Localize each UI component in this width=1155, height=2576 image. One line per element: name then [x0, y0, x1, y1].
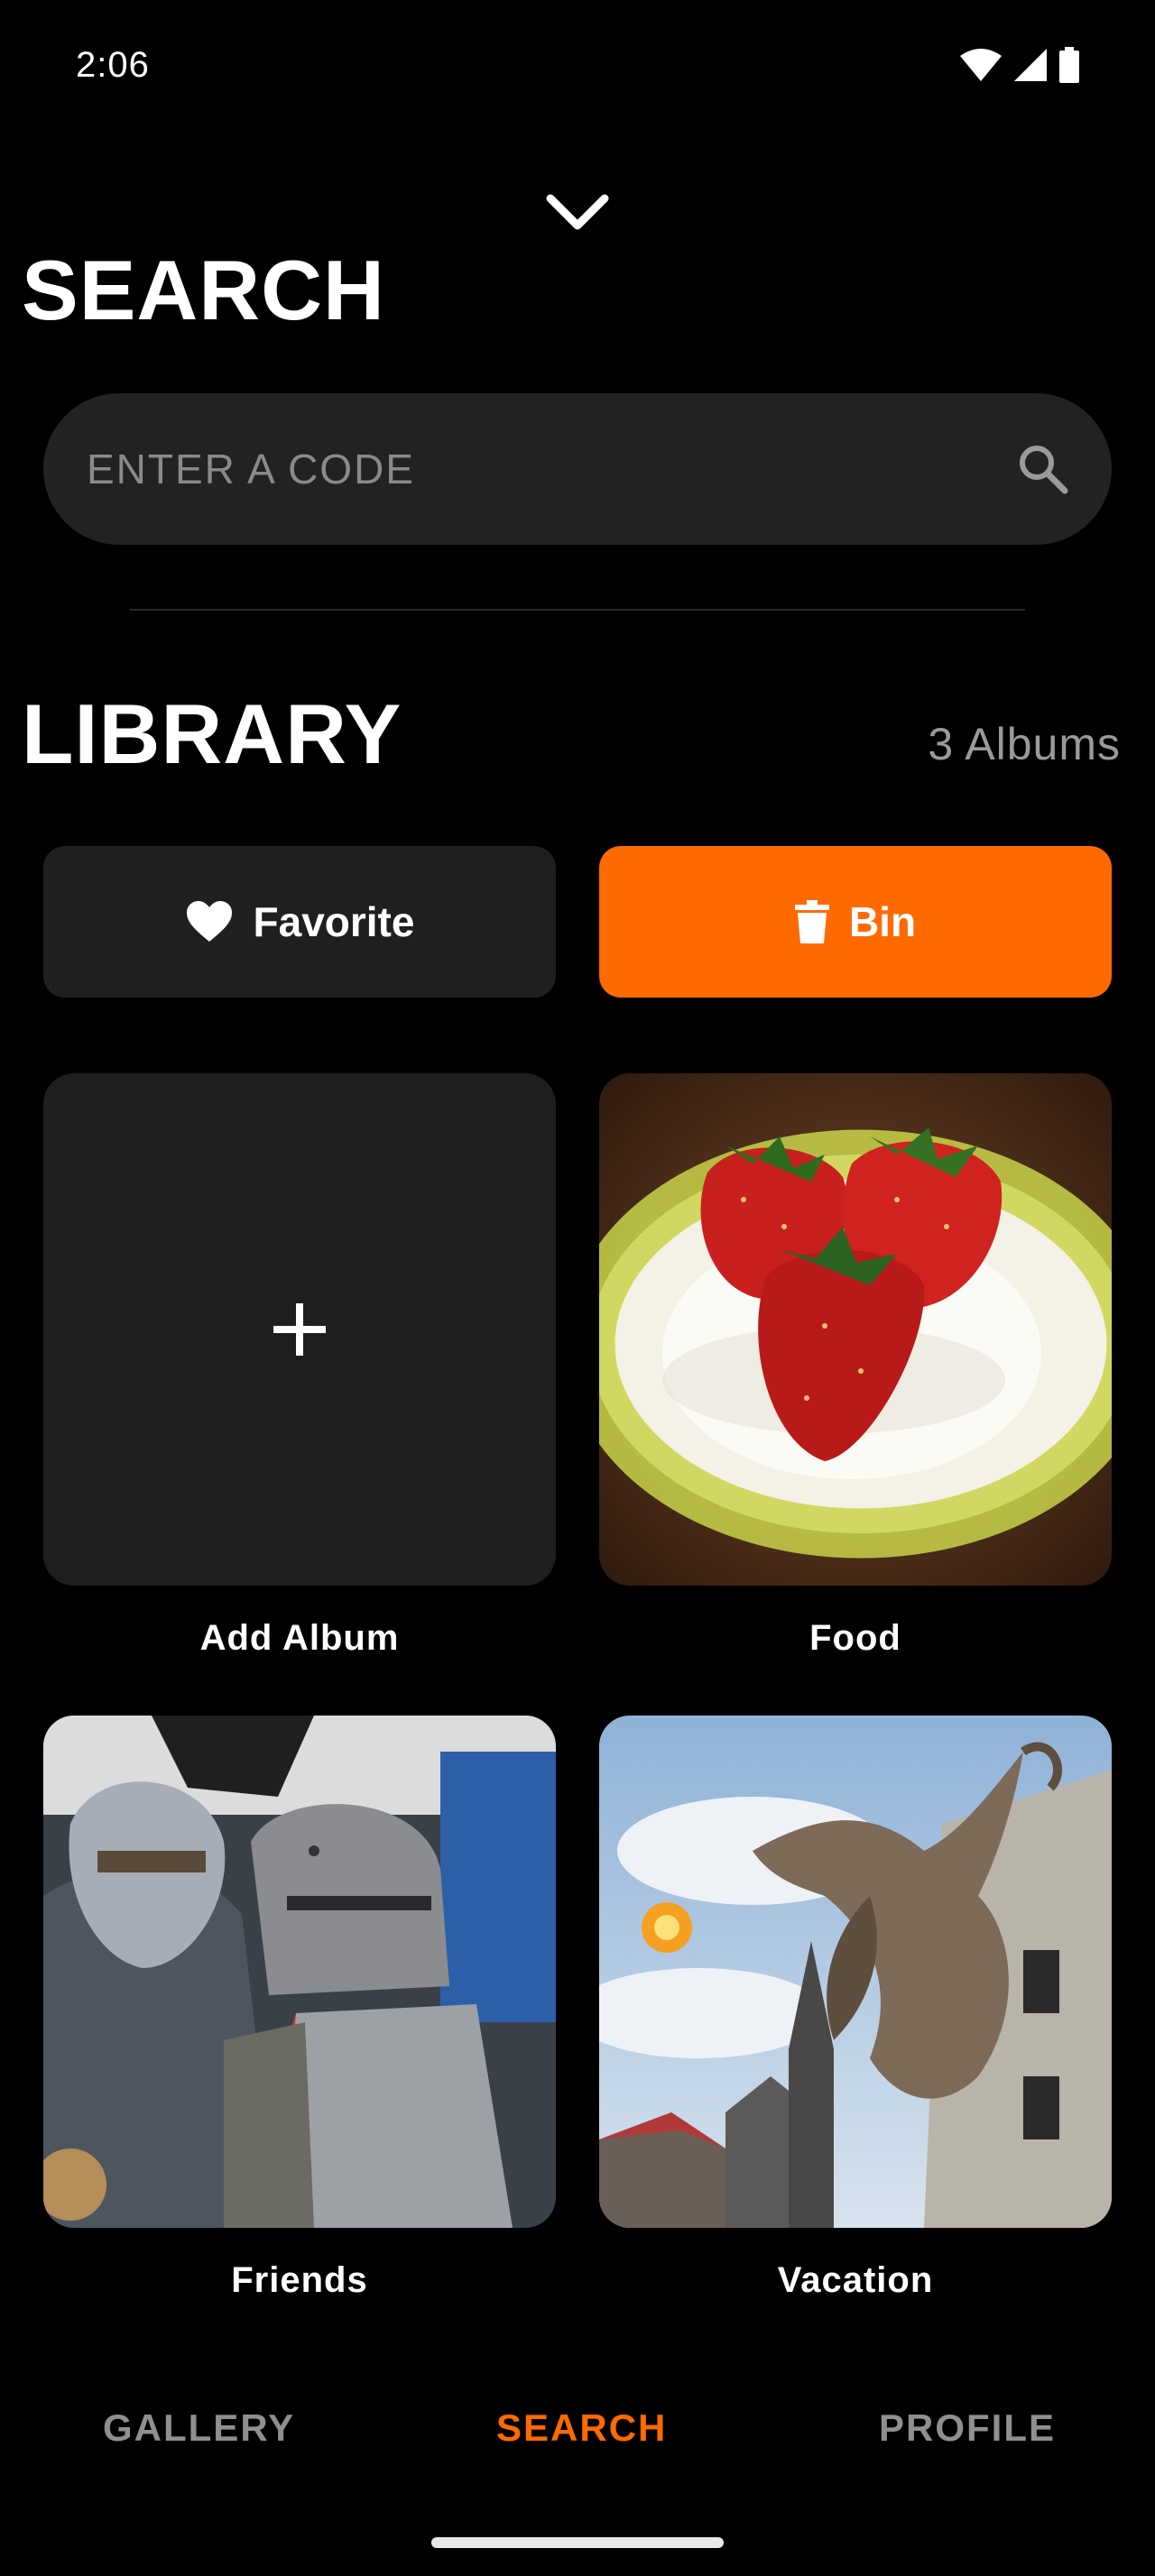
- album-friends[interactable]: [43, 1716, 556, 2228]
- search-input[interactable]: [87, 393, 989, 545]
- heart-icon: [186, 901, 232, 942]
- signal-icon: [1014, 49, 1047, 81]
- album-count: 3 Albums: [928, 719, 1121, 769]
- album-friends-label: Friends: [231, 2260, 368, 2300]
- album-food[interactable]: [599, 1073, 1112, 1586]
- status-bar: 2:06: [0, 0, 1155, 135]
- add-album-label: Add Album: [199, 1618, 400, 1658]
- album-vacation[interactable]: [599, 1716, 1112, 2228]
- library-title: LIBRARY: [22, 686, 402, 781]
- status-time: 2:06: [76, 45, 150, 85]
- bin-label: Bin: [848, 898, 917, 945]
- wifi-icon: [960, 49, 1002, 81]
- tab-search[interactable]: SEARCH: [496, 2406, 667, 2450]
- chevron-down-icon[interactable]: [545, 189, 610, 240]
- divider: [130, 609, 1025, 611]
- album-food-label: Food: [809, 1618, 901, 1658]
- search-title: SEARCH: [22, 243, 385, 337]
- bin-button[interactable]: Bin: [599, 846, 1112, 998]
- album-vacation-label: Vacation: [777, 2260, 934, 2300]
- search-box[interactable]: [43, 393, 1112, 545]
- vacation-image: [599, 1716, 1112, 2228]
- status-icons: [960, 47, 1079, 83]
- tab-profile[interactable]: PROFILE: [879, 2406, 1056, 2450]
- favorite-label: Favorite: [253, 898, 415, 945]
- add-album-tile[interactable]: [43, 1073, 556, 1586]
- favorite-button[interactable]: Favorite: [43, 846, 556, 998]
- home-indicator[interactable]: [431, 2537, 724, 2548]
- tab-gallery[interactable]: GALLERY: [103, 2406, 295, 2450]
- plus-icon: [273, 1303, 326, 1356]
- food-image: [599, 1073, 1112, 1586]
- trash-icon: [794, 900, 829, 943]
- friends-image: [43, 1716, 556, 2228]
- search-icon[interactable]: [1014, 440, 1072, 498]
- bottom-nav: GALLERY SEARCH PROFILE: [0, 2381, 1155, 2480]
- battery-icon: [1059, 47, 1079, 83]
